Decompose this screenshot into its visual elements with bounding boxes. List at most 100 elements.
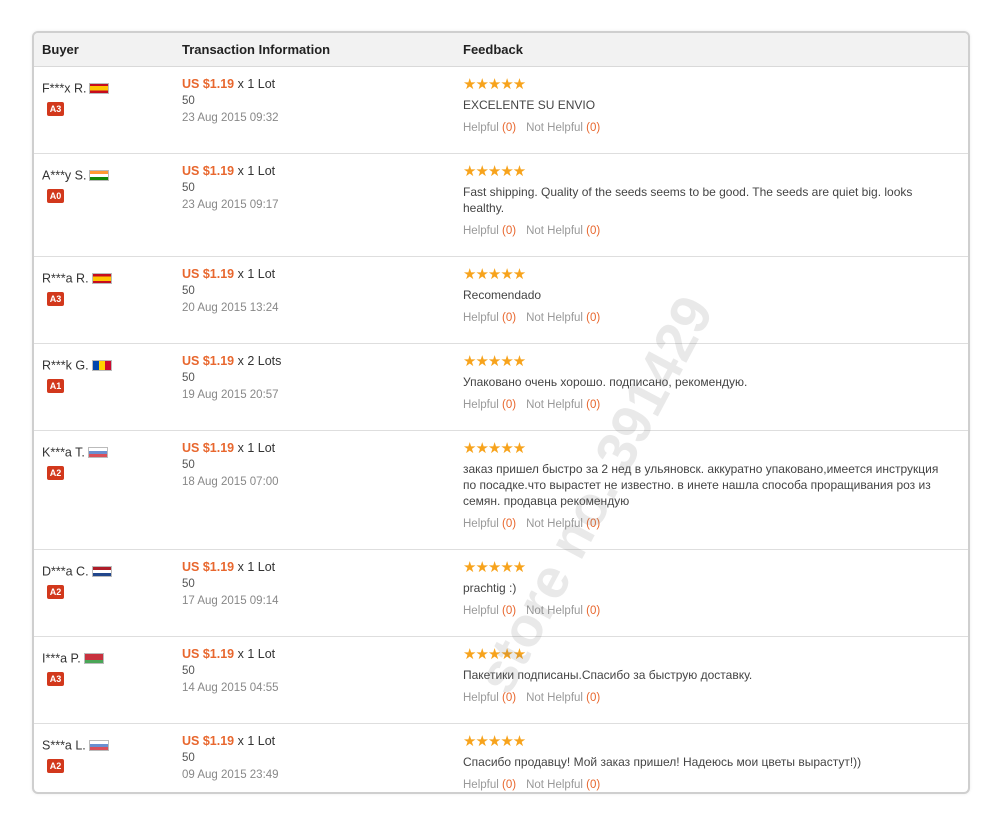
- not-helpful-link[interactable]: Not Helpful (0): [526, 399, 600, 411]
- helpful-votes: Helpful (0) Not Helpful (0): [463, 122, 953, 134]
- moldova-flag-icon: [91, 360, 112, 372]
- table-row: D***a C. A2 US $1.19 x 1 Lot 50 17 Aug 2…: [34, 550, 968, 637]
- helpful-link[interactable]: Helpful (0): [463, 312, 516, 324]
- helpful-votes: Helpful (0) Not Helpful (0): [463, 518, 953, 530]
- table-row: S***a L. A2 US $1.19 x 1 Lot 50 09 Aug 2…: [34, 724, 968, 792]
- helpful-link[interactable]: Helpful (0): [463, 518, 516, 530]
- spain-flag-icon: [89, 83, 110, 95]
- units: 50: [182, 578, 195, 590]
- helpful-votes: Helpful (0) Not Helpful (0): [463, 225, 953, 237]
- order-date: 20 Aug 2015 13:24: [182, 302, 279, 314]
- price: US $1.19: [182, 77, 235, 91]
- buyer-level-badge: A3: [47, 291, 64, 306]
- not-helpful-link[interactable]: Not Helpful (0): [526, 518, 600, 530]
- star-rating-icon: ★★★★★: [463, 266, 526, 283]
- buyer-level-badge: A2: [47, 465, 64, 480]
- not-helpful-link[interactable]: Not Helpful (0): [526, 692, 600, 704]
- feedback-comment: Recomendado: [463, 288, 542, 302]
- transaction-cell: US $1.19 x 1 Lot 50 18 Aug 2015 07:00: [182, 440, 279, 491]
- order-date: 18 Aug 2015 07:00: [182, 476, 279, 488]
- helpful-link[interactable]: Helpful (0): [463, 692, 516, 704]
- feedback-comment: Спасибо продавцу! Мой заказ пришел! Наде…: [463, 755, 862, 769]
- buyer-level-badge: A2: [47, 584, 64, 599]
- feedback-table: Buyer Transaction Information Feedback F…: [32, 31, 970, 794]
- header-feedback: Feedback: [463, 42, 523, 57]
- not-helpful-link[interactable]: Not Helpful (0): [526, 312, 600, 324]
- buyer-name: S***a L.: [42, 738, 86, 753]
- buyer-name: K***a T.: [42, 445, 85, 460]
- buyer-cell: I***a P. A3: [42, 651, 104, 686]
- price: US $1.19: [182, 267, 235, 281]
- helpful-link[interactable]: Helpful (0): [463, 122, 516, 134]
- quantity: x 1 Lot: [237, 560, 276, 574]
- not-helpful-count: (0): [586, 225, 601, 237]
- feedback-cell: ★★★★★ EXCELENTE SU ENVIO Helpful (0) Not …: [463, 76, 953, 134]
- price: US $1.19: [182, 354, 235, 368]
- helpful-count: (0): [502, 692, 517, 704]
- table-row: K***a T. A2 US $1.19 x 1 Lot 50 18 Aug 2…: [34, 431, 968, 550]
- feedback-cell: ★★★★★ Fast shipping. Quality of the seed…: [463, 163, 953, 237]
- order-date: 09 Aug 2015 23:49: [182, 769, 279, 781]
- buyer-name: R***a R.: [42, 271, 89, 286]
- feedback-comment: EXCELENTE SU ENVIO: [463, 98, 596, 112]
- feedback-comment: Пакетики подписаны.Спасибо за быструю до…: [463, 668, 753, 682]
- not-helpful-link[interactable]: Not Helpful (0): [526, 605, 600, 617]
- russia-flag-icon: [88, 740, 109, 752]
- not-helpful-count: (0): [586, 779, 601, 791]
- helpful-link[interactable]: Helpful (0): [463, 779, 516, 791]
- transaction-cell: US $1.19 x 1 Lot 50 17 Aug 2015 09:14: [182, 559, 279, 610]
- buyer-cell: A***y S. A0: [42, 168, 110, 203]
- star-rating-icon: ★★★★★: [463, 440, 526, 457]
- table-header: Buyer Transaction Information Feedback: [34, 33, 968, 67]
- star-rating-icon: ★★★★★: [463, 733, 526, 750]
- not-helpful-link[interactable]: Not Helpful (0): [526, 779, 600, 791]
- not-helpful-count: (0): [586, 399, 601, 411]
- helpful-count: (0): [502, 312, 517, 324]
- header-buyer: Buyer: [42, 42, 79, 57]
- quantity: x 1 Lot: [237, 267, 276, 281]
- feedback-cell: ★★★★★ prachtig :) Helpful (0) Not Helpful…: [463, 559, 953, 617]
- star-rating-icon: ★★★★★: [463, 559, 526, 576]
- quantity: x 1 Lot: [237, 164, 276, 178]
- units: 50: [182, 459, 195, 471]
- not-helpful-link[interactable]: Not Helpful (0): [526, 225, 600, 237]
- buyer-name: F***x R.: [42, 81, 87, 96]
- helpful-count: (0): [502, 779, 517, 791]
- helpful-count: (0): [502, 399, 517, 411]
- feedback-cell: ★★★★★ заказ пришел быстро за 2 нед в уль…: [463, 440, 953, 530]
- quantity: x 1 Lot: [237, 734, 276, 748]
- transaction-cell: US $1.19 x 1 Lot 50 23 Aug 2015 09:17: [182, 163, 279, 214]
- buyer-cell: S***a L. A2: [42, 738, 109, 773]
- not-helpful-count: (0): [586, 692, 601, 704]
- units: 50: [182, 665, 195, 677]
- transaction-cell: US $1.19 x 1 Lot 50 23 Aug 2015 09:32: [182, 76, 279, 127]
- table-row: R***a R. A3 US $1.19 x 1 Lot 50 20 Aug 2…: [34, 257, 968, 344]
- feedback-comment: Fast shipping. Quality of the seeds seem…: [463, 185, 913, 215]
- order-date: 14 Aug 2015 04:55: [182, 682, 279, 694]
- buyer-cell: R***k G. A1: [42, 358, 112, 393]
- helpful-link[interactable]: Helpful (0): [463, 225, 516, 237]
- india-flag-icon: [89, 170, 110, 182]
- helpful-link[interactable]: Helpful (0): [463, 605, 516, 617]
- feedback-cell: ★★★★★ Упаковано очень хорошо. подписано,…: [463, 353, 953, 411]
- buyer-level-badge: A0: [47, 188, 64, 203]
- quantity: x 1 Lot: [237, 647, 276, 661]
- not-helpful-count: (0): [586, 122, 601, 134]
- star-rating-icon: ★★★★★: [463, 76, 526, 93]
- units: 50: [182, 752, 195, 764]
- not-helpful-link[interactable]: Not Helpful (0): [526, 122, 600, 134]
- units: 50: [182, 285, 195, 297]
- transaction-cell: US $1.19 x 1 Lot 50 09 Aug 2015 23:49: [182, 733, 279, 784]
- price: US $1.19: [182, 560, 235, 574]
- helpful-votes: Helpful (0) Not Helpful (0): [463, 692, 953, 704]
- quantity: x 2 Lots: [237, 354, 282, 368]
- helpful-count: (0): [502, 225, 517, 237]
- feedback-comment: prachtig :): [463, 581, 517, 595]
- helpful-votes: Helpful (0) Not Helpful (0): [463, 779, 953, 791]
- feedback-cell: ★★★★★ Пакетики подписаны.Спасибо за быст…: [463, 646, 953, 704]
- helpful-votes: Helpful (0) Not Helpful (0): [463, 605, 953, 617]
- helpful-votes: Helpful (0) Not Helpful (0): [463, 399, 953, 411]
- order-date: 23 Aug 2015 09:17: [182, 199, 279, 211]
- helpful-link[interactable]: Helpful (0): [463, 399, 516, 411]
- buyer-level-badge: A3: [47, 101, 64, 116]
